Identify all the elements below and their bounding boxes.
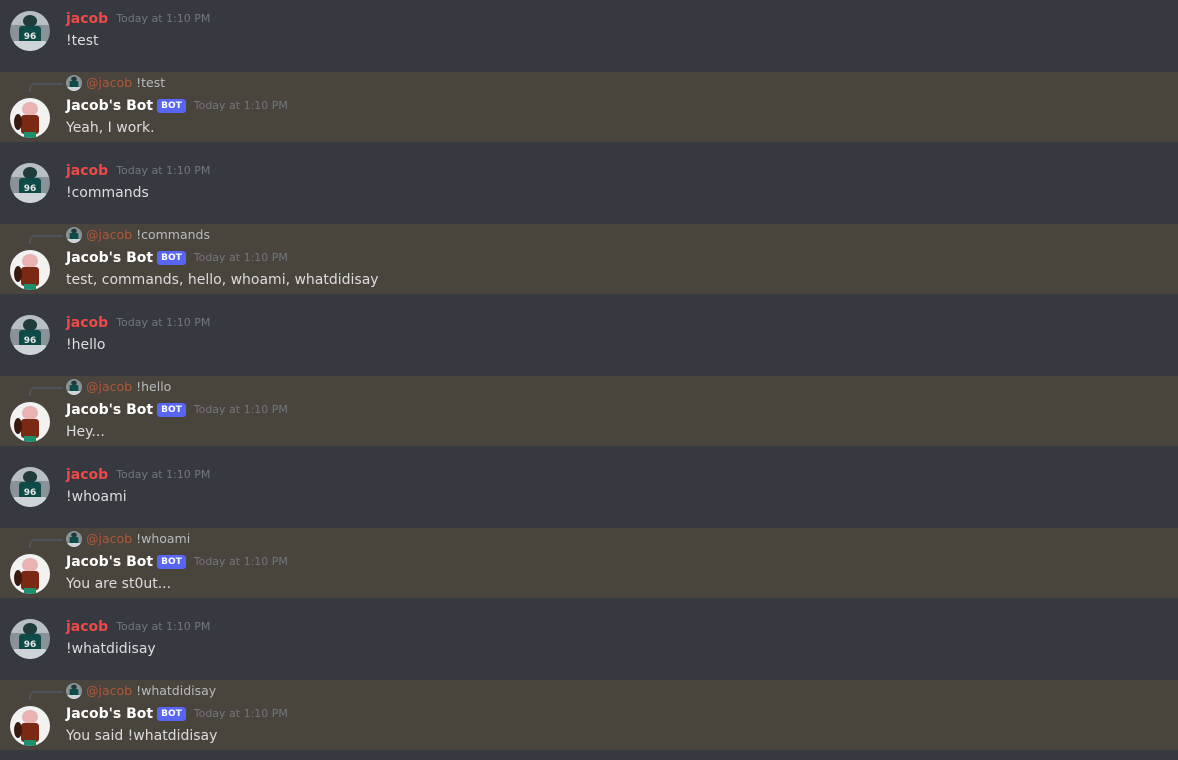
username[interactable]: jacob [66,313,108,333]
bot-tag: BOT [157,403,186,417]
user-avatar-icon[interactable]: 96 [10,11,50,51]
reply-avatar-icon [66,75,82,91]
reply-text: !test [136,75,166,90]
message-header: Jacob's Bot BOT Today at 1:10 PM [66,96,288,116]
message-header: Jacob's Bot BOT Today at 1:10 PM [66,552,288,572]
message-item: 96 jacob Today at 1:10 PM !hello [0,304,1178,376]
username[interactable]: Jacob's Bot [66,96,153,116]
bot-tag: BOT [157,99,186,113]
message-content: Yeah, I work. [66,120,155,136]
bot-tag: BOT [157,707,186,721]
reply-mention[interactable]: @jacob [86,379,132,395]
reply-connector [29,83,63,92]
message-content: !commands [66,185,149,201]
message-item: 96 jacob Today at 1:10 PM !whoami [0,456,1178,528]
reply-connector [29,235,63,244]
bot-avatar-icon[interactable] [10,98,50,138]
message-content: You are st0ut... [66,576,172,592]
reply-text: !hello [136,379,172,394]
reply-connector [29,387,63,396]
message-content: !whoami [66,489,127,505]
message-header: jacob Today at 1:10 PM [66,465,210,485]
bot-avatar-icon[interactable] [10,402,50,442]
message-header: jacob Today at 1:10 PM [66,313,210,333]
reply-connector [29,691,63,700]
message-item: @jacob !whatdidisay Jacob's Bot BOT Toda… [0,680,1178,750]
message-timestamp: Today at 1:10 PM [193,99,288,112]
message-content: !test [66,33,99,49]
chat-message-list[interactable]: 96 jacob Today at 1:10 PM !test @jacob !… [0,0,1178,760]
bot-avatar-icon[interactable] [10,706,50,746]
message-item: @jacob !commands Jacob's Bot BOT Today a… [0,224,1178,294]
user-avatar-icon[interactable]: 96 [10,163,50,203]
message-content: !whatdidisay [66,641,156,657]
message-header: Jacob's Bot BOT Today at 1:10 PM [66,400,288,420]
message-header: Jacob's Bot BOT Today at 1:10 PM [66,704,288,724]
message-item: @jacob !test Jacob's Bot BOT Today at 1:… [0,72,1178,142]
svg-text:96: 96 [24,32,37,42]
message-header: jacob Today at 1:10 PM [66,9,210,29]
message-header: Jacob's Bot BOT Today at 1:10 PM [66,248,288,268]
message-timestamp: Today at 1:10 PM [116,12,211,25]
message-item: 96 jacob Today at 1:10 PM !test [0,0,1178,72]
bot-avatar-icon[interactable] [10,250,50,290]
message-timestamp: Today at 1:10 PM [193,555,288,568]
username[interactable]: jacob [66,465,108,485]
svg-text:96: 96 [24,488,37,498]
message-content: !hello [66,337,106,353]
username[interactable]: jacob [66,617,108,637]
username[interactable]: Jacob's Bot [66,248,153,268]
reply-reference[interactable]: @jacob !hello [66,379,171,395]
message-timestamp: Today at 1:10 PM [193,403,288,416]
user-avatar-icon[interactable]: 96 [10,619,50,659]
message-item: 96 jacob Today at 1:10 PM !whatdidisay [0,608,1178,680]
message-content: Hey... [66,424,105,440]
reply-text: !whatdidisay [136,683,217,698]
bot-tag: BOT [157,251,186,265]
reply-reference[interactable]: @jacob !test [66,75,165,91]
message-header: jacob Today at 1:10 PM [66,161,210,181]
username[interactable]: Jacob's Bot [66,704,153,724]
reply-mention[interactable]: @jacob [86,531,132,547]
message-timestamp: Today at 1:10 PM [116,164,211,177]
username[interactable]: jacob [66,9,108,29]
bot-avatar-icon[interactable] [10,554,50,594]
message-timestamp: Today at 1:10 PM [116,316,211,329]
message-item: 96 jacob Today at 1:10 PM !commands [0,152,1178,224]
reply-reference[interactable]: @jacob !commands [66,227,210,243]
reply-avatar-icon [66,379,82,395]
username[interactable]: Jacob's Bot [66,552,153,572]
reply-reference[interactable]: @jacob !whatdidisay [66,683,216,699]
user-avatar-icon[interactable]: 96 [10,467,50,507]
reply-avatar-icon [66,683,82,699]
svg-text:96: 96 [24,184,37,194]
reply-mention[interactable]: @jacob [86,227,132,243]
reply-mention[interactable]: @jacob [86,75,132,91]
username[interactable]: jacob [66,161,108,181]
message-timestamp: Today at 1:10 PM [193,251,288,264]
message-header: jacob Today at 1:10 PM [66,617,210,637]
reply-connector [29,539,63,548]
reply-mention[interactable]: @jacob [86,683,132,699]
reply-text: !whoami [136,531,191,546]
reply-text: !commands [136,227,211,242]
message-content: You said !whatdidisay [66,728,218,744]
username[interactable]: Jacob's Bot [66,400,153,420]
svg-text:96: 96 [24,640,37,650]
message-content: test, commands, hello, whoami, whatdidis… [66,272,379,288]
svg-text:96: 96 [24,336,37,346]
reply-avatar-icon [66,227,82,243]
reply-avatar-icon [66,531,82,547]
message-timestamp: Today at 1:10 PM [193,707,288,720]
message-item: @jacob !whoami Jacob's Bot BOT Today at … [0,528,1178,598]
message-item: @jacob !hello Jacob's Bot BOT Today at 1… [0,376,1178,446]
message-timestamp: Today at 1:10 PM [116,620,211,633]
message-timestamp: Today at 1:10 PM [116,468,211,481]
bot-tag: BOT [157,555,186,569]
reply-reference[interactable]: @jacob !whoami [66,531,190,547]
user-avatar-icon[interactable]: 96 [10,315,50,355]
